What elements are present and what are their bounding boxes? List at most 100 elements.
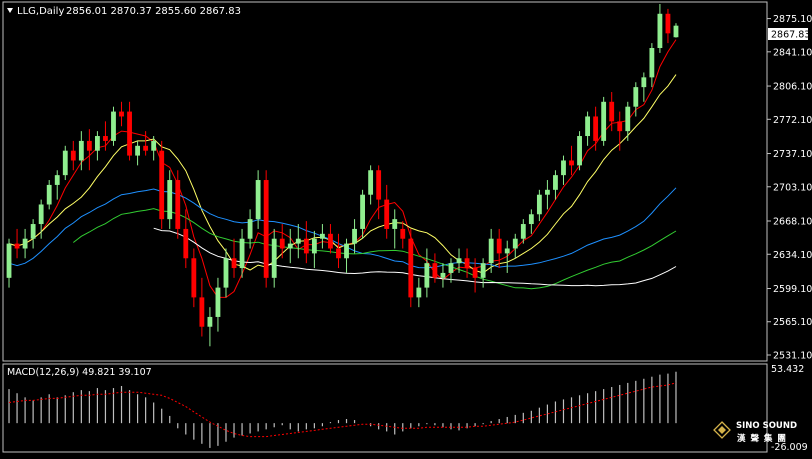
current-price-label: 2867.83 — [771, 30, 810, 41]
candle-bear — [86, 140, 92, 151]
price-tick-label: 2841.10 — [773, 47, 812, 58]
candle-bear — [665, 13, 671, 34]
candle-bull — [207, 316, 213, 327]
candle-bull — [255, 180, 261, 220]
candle-bull — [215, 287, 221, 317]
candle-bull — [536, 194, 542, 215]
candle-bear — [336, 248, 341, 259]
price-tick-label: 2737.10 — [773, 149, 812, 160]
candle-bull — [344, 243, 349, 259]
candle-bull — [239, 238, 245, 269]
candle-bear — [119, 111, 124, 117]
candle-bull — [135, 145, 140, 156]
candle-bull — [360, 194, 365, 229]
candle-bull — [287, 243, 293, 249]
candle-bull — [504, 248, 510, 254]
candle-bull — [6, 243, 12, 278]
candle-bull — [553, 175, 558, 190]
candle-bear — [384, 199, 390, 229]
candle-bull — [649, 48, 655, 78]
ohlc-readout: 2856.01 2870.37 2855.60 2867.83 — [66, 6, 241, 17]
candle-bull — [625, 106, 631, 132]
candle-bull — [295, 238, 301, 244]
candle-bull — [167, 180, 173, 220]
candle-bull — [488, 238, 494, 264]
candle-bear — [609, 101, 615, 122]
candle-bear — [191, 258, 197, 298]
candle-bull — [95, 136, 100, 151]
candle-bull — [633, 87, 639, 107]
candle-bull — [480, 263, 486, 278]
candle-bull — [601, 101, 607, 141]
candle-bull — [22, 238, 28, 249]
candle-bear — [103, 136, 108, 141]
candle-bull — [440, 272, 446, 278]
candle-bull — [392, 219, 398, 229]
price-tick-label: 2599.10 — [773, 284, 812, 295]
macd-label: MACD(12,26,9) 49.821 39.107 — [7, 367, 152, 378]
candle-bear — [175, 180, 181, 229]
candle-bull — [311, 238, 317, 254]
candle-bear — [472, 268, 478, 278]
candle-bull — [46, 184, 52, 205]
candle-bull — [38, 204, 44, 225]
candle-bull — [520, 224, 526, 239]
candle-bull — [585, 116, 590, 137]
candle-bull — [424, 263, 430, 288]
candle-bear — [432, 263, 438, 278]
candle-bear — [143, 145, 149, 151]
candle-bull — [512, 238, 518, 249]
candle-bear — [496, 238, 502, 254]
price-tick-label: 2531.10 — [773, 350, 812, 361]
candle-bear — [199, 297, 205, 327]
candle-bull — [545, 189, 550, 195]
candle-bear — [159, 150, 165, 220]
candle-bull — [30, 224, 36, 239]
candle-bull — [247, 219, 253, 239]
symbol-timeframe: LLG,Daily — [17, 6, 64, 17]
candle-bull — [673, 25, 679, 38]
candle-bear — [376, 170, 382, 200]
watermark-brand: SINO SOUND — [736, 421, 797, 431]
candle-bear — [127, 111, 132, 156]
chart-canvas[interactable]: LLG,Daily 2856.01 2870.37 2855.60 2867.8… — [0, 0, 812, 455]
watermark-cjk: 漢 聲 集 團 — [737, 433, 787, 444]
candle-bull — [352, 228, 357, 244]
candle-bull — [448, 263, 454, 273]
candle-bull — [320, 233, 325, 239]
candle-bull — [271, 238, 277, 278]
candle-bull — [78, 140, 84, 161]
macd-max-label: 53.432 — [771, 364, 804, 375]
candle-bear — [464, 258, 470, 269]
candle-bull — [151, 140, 157, 151]
candle-bull — [456, 258, 462, 264]
candle-bear — [617, 121, 623, 132]
price-tick-label: 2703.10 — [773, 182, 812, 193]
candle-bull — [561, 160, 566, 176]
candle-bear — [263, 180, 269, 278]
candle-bear — [408, 238, 414, 298]
price-tick-label: 2875.10 — [773, 14, 812, 25]
candle-bear — [593, 116, 599, 141]
candle-bear — [14, 243, 20, 249]
price-tick-label: 2634.10 — [773, 250, 812, 261]
candle-bull — [111, 111, 116, 141]
candle-bear — [569, 160, 574, 166]
candle-bear — [328, 233, 333, 249]
candle-bear — [231, 258, 237, 269]
candle-bull — [577, 136, 582, 166]
candle-bear — [400, 228, 406, 239]
candle-bull — [54, 175, 60, 185]
price-tick-label: 2806.10 — [773, 82, 812, 93]
price-tick-label: 2772.10 — [773, 115, 812, 126]
candle-bull — [657, 13, 663, 49]
candle-bear — [303, 238, 309, 254]
candle-bull — [528, 214, 534, 225]
candle-bear — [70, 150, 76, 161]
price-tick-label: 2565.10 — [773, 317, 812, 328]
chart-window[interactable]: LLG,Daily 2856.01 2870.37 2855.60 2867.8… — [0, 0, 812, 455]
candle-bull — [223, 258, 229, 288]
candle-bear — [183, 228, 189, 259]
candle-bear — [279, 238, 285, 249]
candle-bull — [368, 170, 374, 195]
